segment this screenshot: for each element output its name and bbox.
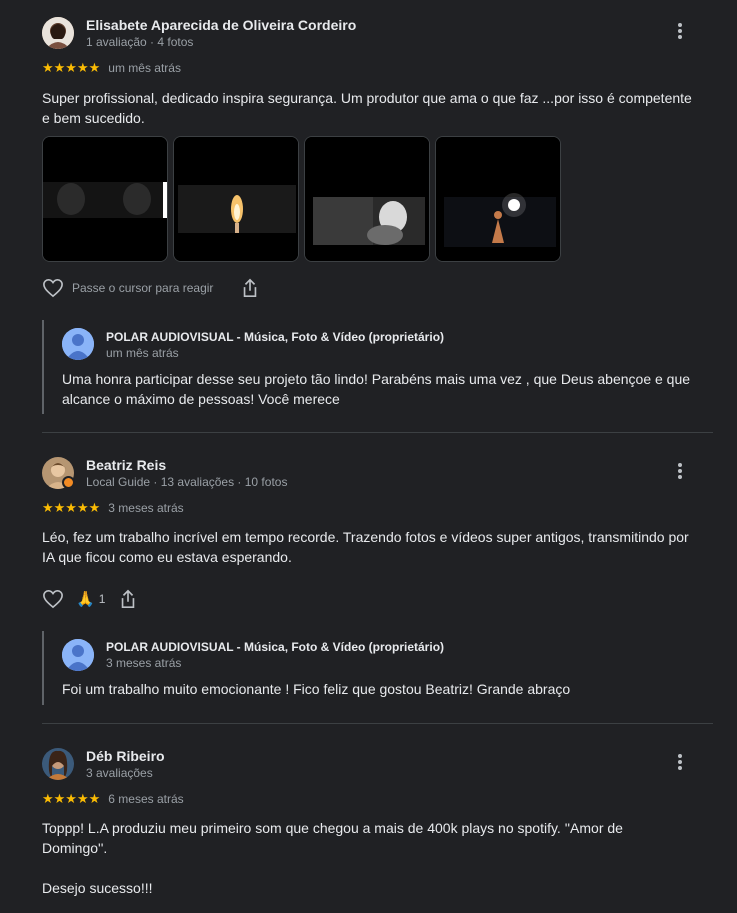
review-author[interactable]: Elisabete Aparecida de Oliveira Cordeiro: [86, 17, 356, 33]
owner-reply: POLAR AUDIOVISUAL - Música, Foto & Vídeo…: [42, 631, 702, 705]
owner-avatar: [62, 639, 94, 671]
divider: [42, 432, 713, 433]
review-text-extra: Desejo sucesso!!!: [42, 880, 153, 896]
owner-name[interactable]: POLAR AUDIOVISUAL - Música, Foto & Vídeo…: [106, 330, 444, 344]
review-date: 3 meses atrás: [108, 501, 184, 515]
reply-text: Foi um trabalho muito emocionante ! Fico…: [62, 681, 571, 697]
star-rating: ★★★★★: [42, 60, 101, 76]
owner-avatar: [62, 328, 94, 360]
review-actions: 🙏 1: [42, 589, 137, 609]
share-icon[interactable]: [119, 589, 137, 609]
heart-outline-icon[interactable]: [42, 278, 64, 298]
rating-row: ★★★★★ 6 meses atrás: [42, 791, 184, 807]
review-author[interactable]: Beatriz Reis: [86, 457, 166, 473]
review-photo[interactable]: [42, 136, 168, 262]
reply-text: Uma honra participar desse seu projeto t…: [62, 371, 691, 407]
review-author[interactable]: Déb Ribeiro: [86, 748, 165, 764]
owner-name[interactable]: POLAR AUDIOVISUAL - Música, Foto & Vídeo…: [106, 640, 444, 654]
review-author-meta: Local Guide · 13 avaliações · 10 fotos: [86, 475, 288, 489]
reply-date: um mês atrás: [106, 346, 179, 360]
review-author-meta: 1 avaliação · 4 fotos: [86, 35, 194, 49]
reaction-emoji[interactable]: 🙏: [76, 590, 95, 608]
more-vert-icon[interactable]: [668, 461, 692, 485]
review-header: Déb Ribeiro 3 avaliações: [42, 748, 692, 782]
divider: [42, 723, 713, 724]
reaction-count: 1: [98, 592, 106, 606]
share-icon[interactable]: [241, 278, 259, 298]
more-vert-icon[interactable]: [668, 752, 692, 776]
review-header: Elisabete Aparecida de Oliveira Cordeiro…: [42, 17, 692, 51]
reply-date: 3 meses atrás: [106, 656, 182, 670]
review-text: Léo, fez um trabalho incrível em tempo r…: [42, 529, 689, 565]
review-text: Toppp! L.A produziu meu primeiro som que…: [42, 820, 623, 856]
review-photo[interactable]: [173, 136, 299, 262]
avatar[interactable]: [42, 748, 74, 780]
star-rating: ★★★★★: [42, 500, 101, 516]
review-photo[interactable]: [435, 136, 561, 262]
review-text: Super profissional, dedicado inspira seg…: [42, 90, 692, 126]
avatar[interactable]: [42, 17, 74, 49]
review-date: um mês atrás: [108, 61, 181, 75]
heart-outline-icon[interactable]: [42, 589, 64, 609]
local-guide-badge-icon: [62, 476, 75, 489]
review-actions: Passe o cursor para reagir: [42, 278, 259, 298]
rating-row: ★★★★★ um mês atrás: [42, 60, 181, 76]
react-hint: Passe o cursor para reagir: [72, 281, 214, 295]
rating-row: ★★★★★ 3 meses atrás: [42, 500, 184, 516]
review-photos: [42, 136, 561, 262]
more-vert-icon[interactable]: [668, 21, 692, 45]
review-author-meta: 3 avaliações: [86, 766, 153, 780]
star-rating: ★★★★★: [42, 791, 101, 807]
review-header: Beatriz Reis Local Guide · 13 avaliações…: [42, 457, 692, 491]
review-photo[interactable]: [304, 136, 430, 262]
review-date: 6 meses atrás: [108, 792, 184, 806]
owner-reply: POLAR AUDIOVISUAL - Música, Foto & Vídeo…: [42, 320, 702, 414]
